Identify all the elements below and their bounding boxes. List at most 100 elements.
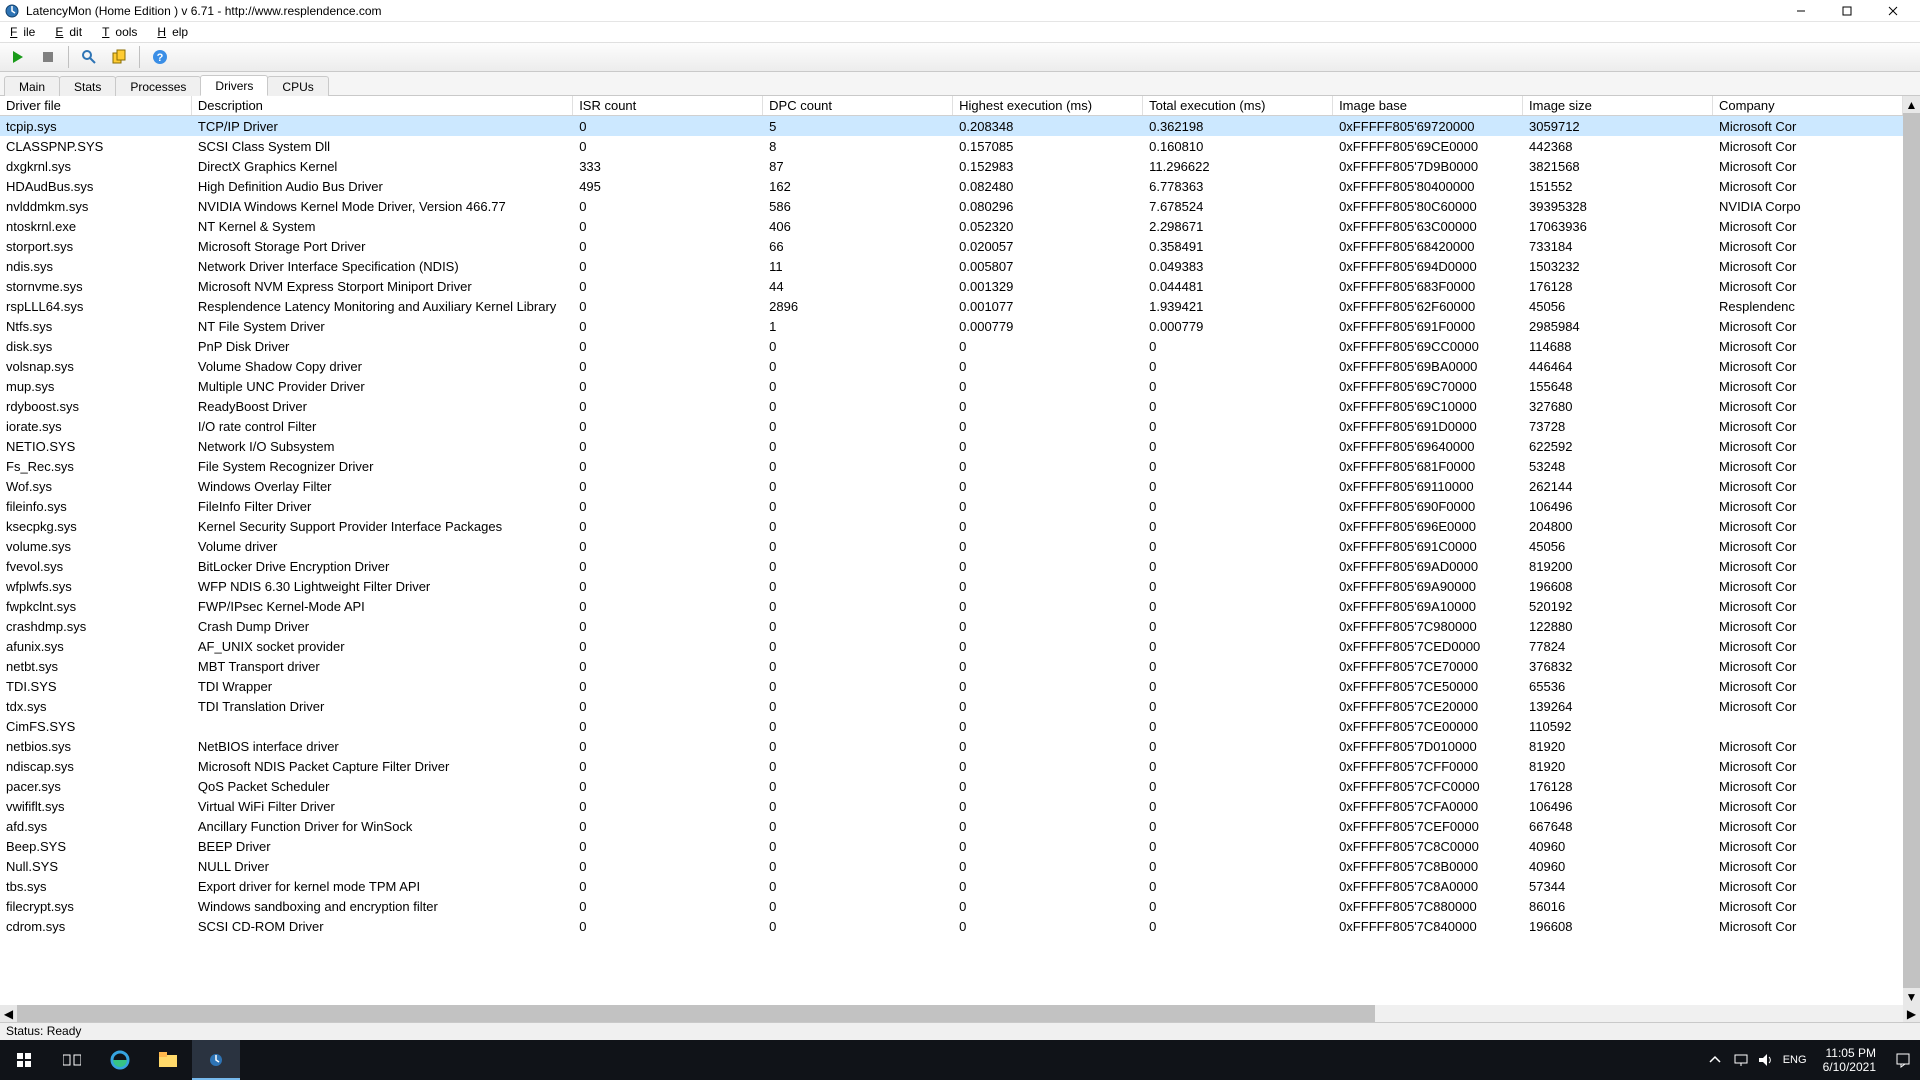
column-header[interactable]: Highest execution (ms): [953, 96, 1143, 115]
table-row[interactable]: disk.sysPnP Disk Driver00000xFFFFF805'69…: [0, 336, 1920, 356]
column-header[interactable]: Company: [1713, 96, 1903, 115]
table-row[interactable]: fwpkclnt.sysFWP/IPsec Kernel-Mode API000…: [0, 596, 1920, 616]
table-row[interactable]: volume.sysVolume driver00000xFFFFF805'69…: [0, 536, 1920, 556]
table-row[interactable]: tbs.sysExport driver for kernel mode TPM…: [0, 876, 1920, 896]
tab-stats[interactable]: Stats: [59, 76, 116, 96]
column-header[interactable]: ISR count: [573, 96, 763, 115]
column-header[interactable]: Total execution (ms): [1143, 96, 1333, 115]
cell: 0: [1143, 356, 1333, 376]
table-row[interactable]: afunix.sysAF_UNIX socket provider00000xF…: [0, 636, 1920, 656]
table-row[interactable]: rdyboost.sysReadyBoost Driver00000xFFFFF…: [0, 396, 1920, 416]
clock[interactable]: 11:05 PM 6/10/2021: [1813, 1046, 1886, 1074]
minimize-button[interactable]: [1778, 0, 1824, 22]
cell: 0.000779: [953, 316, 1143, 336]
tray-overflow-icon[interactable]: [1701, 1040, 1729, 1080]
table-row[interactable]: HDAudBus.sysHigh Definition Audio Bus Dr…: [0, 176, 1920, 196]
play-button[interactable]: [6, 45, 30, 69]
table-row[interactable]: Wof.sysWindows Overlay Filter00000xFFFFF…: [0, 476, 1920, 496]
tab-cpus[interactable]: CPUs: [267, 76, 328, 96]
cell: Resplendence Latency Monitoring and Auxi…: [192, 296, 573, 316]
cell: 0.001077: [953, 296, 1143, 316]
table-row[interactable]: CLASSPNP.SYSSCSI Class System Dll080.157…: [0, 136, 1920, 156]
table-row[interactable]: Beep.SYSBEEP Driver00000xFFFFF805'7C8C00…: [0, 836, 1920, 856]
horizontal-scrollbar[interactable]: ◀ ▶: [0, 1005, 1920, 1022]
help-button[interactable]: ?: [148, 45, 172, 69]
table-row[interactable]: iorate.sysI/O rate control Filter00000xF…: [0, 416, 1920, 436]
app-icon: [4, 3, 20, 19]
table-row[interactable]: pacer.sysQoS Packet Scheduler00000xFFFFF…: [0, 776, 1920, 796]
table-row[interactable]: TDI.SYSTDI Wrapper00000xFFFFF805'7CE5000…: [0, 676, 1920, 696]
tool-options-button[interactable]: [77, 45, 101, 69]
table-row[interactable]: CimFS.SYS00000xFFFFF805'7CE00000110592: [0, 716, 1920, 736]
table-row[interactable]: afd.sysAncillary Function Driver for Win…: [0, 816, 1920, 836]
cell: 0: [953, 896, 1143, 916]
table-row[interactable]: wfplwfs.sysWFP NDIS 6.30 Lightweight Fil…: [0, 576, 1920, 596]
table-row[interactable]: Null.SYSNULL Driver00000xFFFFF805'7C8B00…: [0, 856, 1920, 876]
column-header[interactable]: Image size: [1523, 96, 1713, 115]
table-row[interactable]: crashdmp.sysCrash Dump Driver00000xFFFFF…: [0, 616, 1920, 636]
cell: 0: [763, 756, 953, 776]
table-row[interactable]: storport.sysMicrosoft Storage Port Drive…: [0, 236, 1920, 256]
table-row[interactable]: dxgkrnl.sysDirectX Graphics Kernel333870…: [0, 156, 1920, 176]
table-row[interactable]: netbios.sysNetBIOS interface driver00000…: [0, 736, 1920, 756]
taskbar-latencymon[interactable]: [192, 1040, 240, 1080]
close-button[interactable]: [1870, 0, 1916, 22]
table-row[interactable]: mup.sysMultiple UNC Provider Driver00000…: [0, 376, 1920, 396]
scroll-down-arrow[interactable]: ▼: [1903, 988, 1920, 1005]
cell: 0xFFFFF805'69A10000: [1333, 596, 1523, 616]
tab-drivers[interactable]: Drivers: [200, 75, 268, 96]
table-row[interactable]: tdx.sysTDI Translation Driver00000xFFFFF…: [0, 696, 1920, 716]
cell: Microsoft Cor: [1713, 276, 1903, 296]
language-indicator[interactable]: ENG: [1777, 1040, 1813, 1080]
cell: NetBIOS interface driver: [192, 736, 573, 756]
cell: 0: [573, 656, 763, 676]
cell: Microsoft Cor: [1713, 316, 1903, 336]
table-row[interactable]: ksecpkg.sysKernel Security Support Provi…: [0, 516, 1920, 536]
table-row[interactable]: nvlddmkm.sysNVIDIA Windows Kernel Mode D…: [0, 196, 1920, 216]
vertical-scrollbar[interactable]: ▲ ▼: [1903, 96, 1920, 1005]
start-button[interactable]: [0, 1040, 48, 1080]
network-icon[interactable]: [1729, 1040, 1753, 1080]
cell: Microsoft Cor: [1713, 836, 1903, 856]
table-row[interactable]: ndiscap.sysMicrosoft NDIS Packet Capture…: [0, 756, 1920, 776]
taskview-button[interactable]: [48, 1040, 96, 1080]
cell: Microsoft Cor: [1713, 896, 1903, 916]
menu-file[interactable]: File: [4, 23, 47, 41]
volume-icon[interactable]: [1753, 1040, 1777, 1080]
scroll-right-arrow[interactable]: ▶: [1903, 1005, 1920, 1022]
notifications-icon[interactable]: [1886, 1040, 1920, 1080]
table-row[interactable]: rspLLL64.sysResplendence Latency Monitor…: [0, 296, 1920, 316]
table-row[interactable]: ntoskrnl.exeNT Kernel & System04060.0523…: [0, 216, 1920, 236]
table-row[interactable]: stornvme.sysMicrosoft NVM Express Storpo…: [0, 276, 1920, 296]
cell: 0: [1143, 676, 1333, 696]
cell: filecrypt.sys: [0, 896, 192, 916]
table-row[interactable]: NETIO.SYSNetwork I/O Subsystem00000xFFFF…: [0, 436, 1920, 456]
table-row[interactable]: cdrom.sysSCSI CD-ROM Driver00000xFFFFF80…: [0, 916, 1920, 936]
tab-processes[interactable]: Processes: [115, 76, 201, 96]
taskbar-edge[interactable]: [96, 1040, 144, 1080]
menu-help[interactable]: Help: [151, 23, 200, 41]
table-row[interactable]: filecrypt.sysWindows sandboxing and encr…: [0, 896, 1920, 916]
column-header[interactable]: DPC count: [763, 96, 953, 115]
table-row[interactable]: netbt.sysMBT Transport driver00000xFFFFF…: [0, 656, 1920, 676]
scroll-left-arrow[interactable]: ◀: [0, 1005, 17, 1022]
tool-copy-button[interactable]: [107, 45, 131, 69]
table-row[interactable]: ndis.sysNetwork Driver Interface Specifi…: [0, 256, 1920, 276]
tab-main[interactable]: Main: [4, 76, 60, 96]
menu-tools[interactable]: Tools: [96, 23, 149, 41]
table-row[interactable]: vwififlt.sysVirtual WiFi Filter Driver00…: [0, 796, 1920, 816]
column-header[interactable]: Driver file: [0, 96, 192, 115]
column-header[interactable]: Description: [192, 96, 573, 115]
maximize-button[interactable]: [1824, 0, 1870, 22]
table-row[interactable]: tcpip.sysTCP/IP Driver050.2083480.362198…: [0, 116, 1920, 136]
table-row[interactable]: fvevol.sysBitLocker Drive Encryption Dri…: [0, 556, 1920, 576]
scroll-up-arrow[interactable]: ▲: [1903, 96, 1920, 113]
table-row[interactable]: Ntfs.sysNT File System Driver010.0007790…: [0, 316, 1920, 336]
table-row[interactable]: fileinfo.sysFileInfo Filter Driver00000x…: [0, 496, 1920, 516]
table-row[interactable]: volsnap.sysVolume Shadow Copy driver0000…: [0, 356, 1920, 376]
stop-button[interactable]: [36, 45, 60, 69]
table-row[interactable]: Fs_Rec.sysFile System Recognizer Driver0…: [0, 456, 1920, 476]
menu-edit[interactable]: Edit: [49, 23, 94, 41]
taskbar-explorer[interactable]: [144, 1040, 192, 1080]
column-header[interactable]: Image base: [1333, 96, 1523, 115]
